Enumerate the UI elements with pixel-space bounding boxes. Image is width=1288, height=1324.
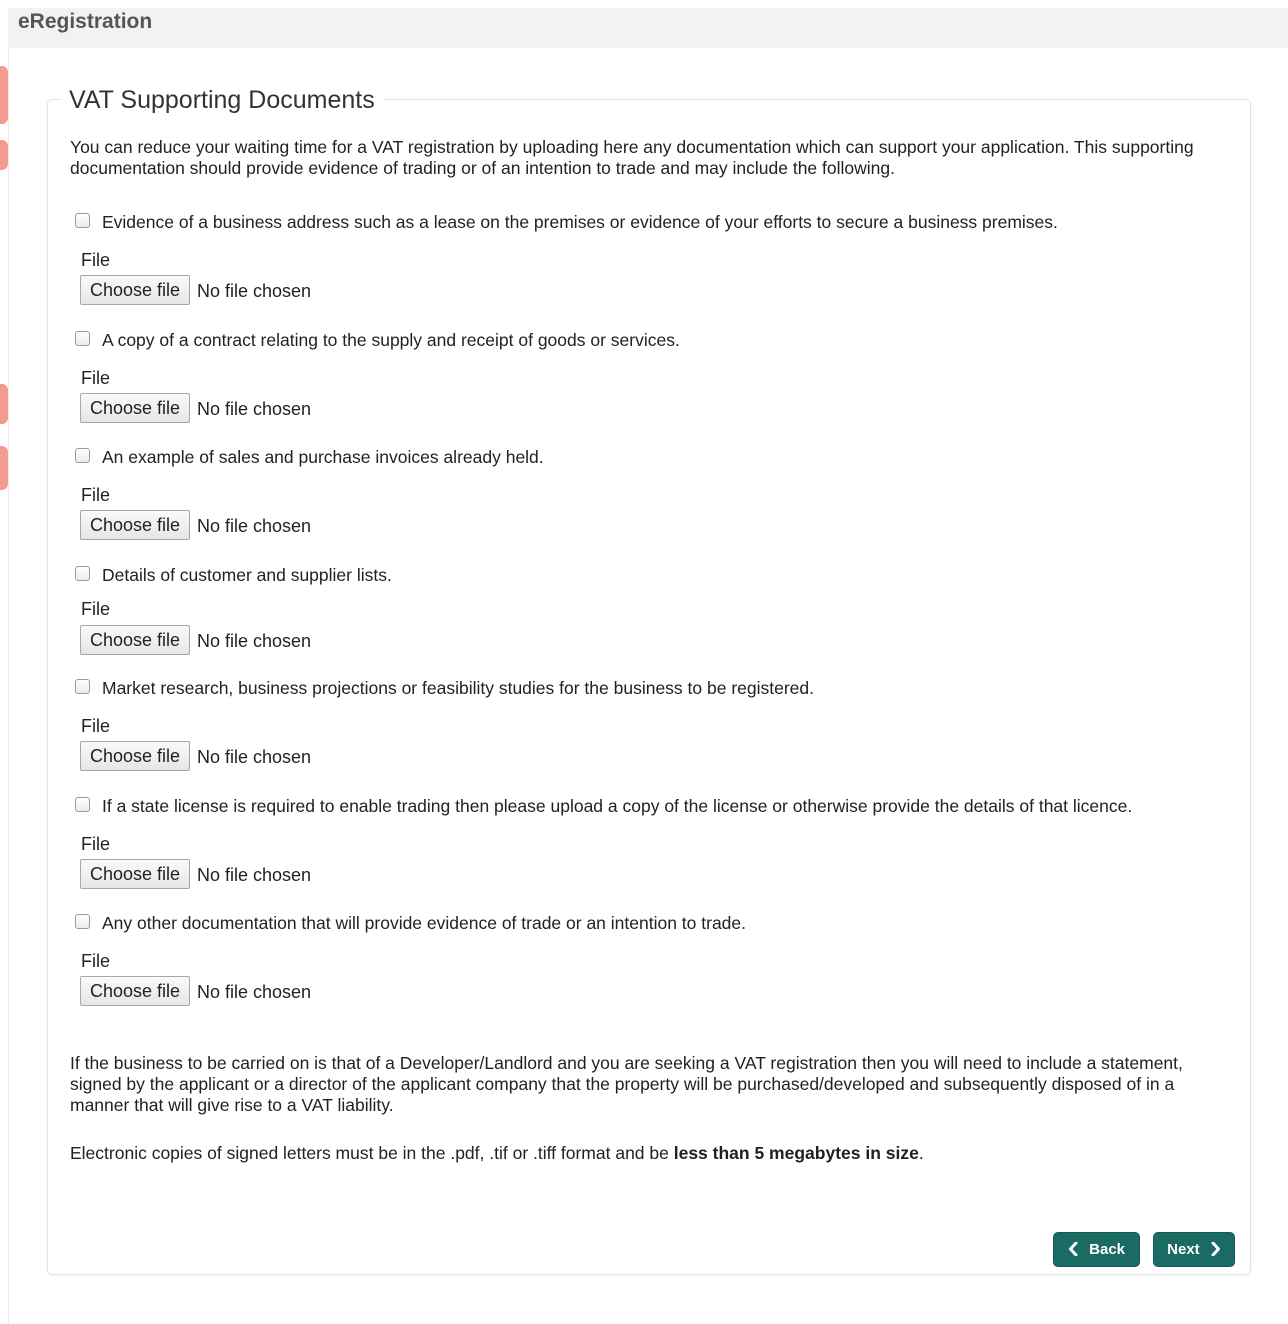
document-checkbox[interactable] [75, 914, 90, 929]
document-checkbox[interactable] [75, 679, 90, 694]
developer-note: If the business to be carried on is that… [70, 1053, 1183, 1115]
choose-file-button[interactable]: Choose file [80, 510, 190, 540]
file-label: File [81, 834, 111, 854]
file-label: File [81, 250, 111, 270]
chevron-right-icon [1211, 1241, 1220, 1257]
file-status: No file chosen [197, 982, 312, 1002]
document-label: Market research, business projections or… [102, 678, 815, 698]
file-status: No file chosen [197, 399, 312, 419]
choose-file-button[interactable]: Choose file [80, 741, 190, 771]
file-status: No file chosen [197, 865, 312, 885]
document-checkbox[interactable] [75, 797, 90, 812]
file-label: File [81, 485, 111, 505]
next-button[interactable]: Next [1153, 1232, 1235, 1267]
choose-file-button[interactable]: Choose file [80, 859, 190, 889]
back-button-label: Back [1089, 1241, 1126, 1258]
page: eRegistration VAT Supporting Documents Y… [0, 0, 1288, 1324]
choose-file-button[interactable]: Choose file [80, 275, 190, 305]
document-label: An example of sales and purchase invoice… [102, 447, 544, 467]
file-status: No file chosen [197, 516, 312, 536]
choose-file-button[interactable]: Choose file [80, 393, 190, 423]
chevron-left-icon [1068, 1241, 1078, 1257]
file-status: No file chosen [197, 747, 312, 767]
format-note: Electronic copies of signed letters must… [70, 1143, 1220, 1164]
choose-file-button[interactable]: Choose file [80, 976, 190, 1006]
file-status: No file chosen [197, 631, 312, 651]
document-label: Evidence of a business address such as a… [102, 212, 1058, 232]
file-label: File [81, 368, 111, 388]
document-label: A copy of a contract relating to the sup… [102, 330, 680, 350]
file-label: File [81, 951, 111, 971]
document-checkbox[interactable] [75, 331, 90, 346]
choose-file-button[interactable]: Choose file [80, 625, 190, 655]
document-checkbox[interactable] [75, 566, 90, 581]
app-header: eRegistration [8, 8, 1288, 48]
left-edge-decoration [0, 384, 8, 424]
section-title: VAT Supporting Documents [60, 84, 384, 116]
left-edge-decoration [0, 446, 8, 490]
document-checkbox[interactable] [75, 448, 90, 463]
intro-text: You can reduce your waiting time for a V… [70, 137, 1194, 178]
back-button[interactable]: Back [1053, 1232, 1140, 1267]
format-note-size-limit: less than 5 megabytes in size [673, 1143, 919, 1163]
next-button-label: Next [1167, 1241, 1200, 1258]
left-edge-decoration [0, 140, 8, 170]
document-label: Details of customer and supplier lists. [102, 565, 392, 585]
file-label: File [81, 716, 111, 736]
document-checkbox[interactable] [75, 213, 90, 228]
document-label: Any other documentation that will provid… [102, 913, 747, 933]
document-label: If a state license is required to enable… [102, 796, 1133, 816]
format-note-end: . [918, 1143, 924, 1163]
left-edge-decoration [0, 66, 8, 124]
app-title: eRegistration [18, 10, 153, 33]
file-status: No file chosen [197, 281, 312, 301]
file-label: File [81, 599, 111, 619]
format-note-text: Electronic copies of signed letters must… [70, 1143, 674, 1163]
